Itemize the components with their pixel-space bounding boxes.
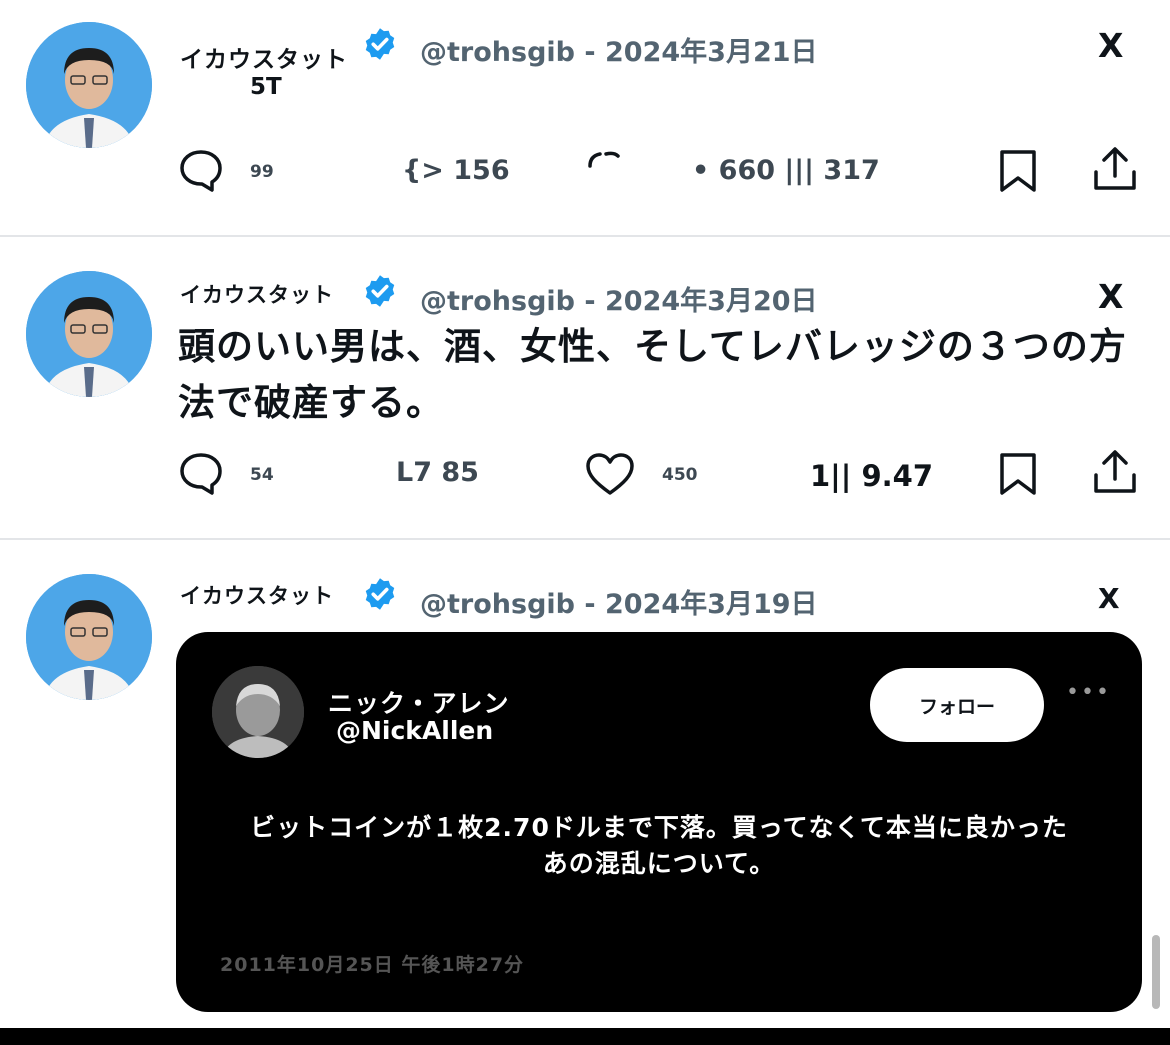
post-meta: @trohsgib - 2024年3月21日 — [420, 30, 818, 69]
scrollbar[interactable] — [1152, 935, 1160, 1009]
reply-icon[interactable] — [178, 148, 224, 192]
separator: - — [584, 286, 596, 317]
verified-badge-icon — [365, 28, 395, 60]
separator: - — [584, 589, 596, 620]
post-meta: @trohsgib - 2024年3月19日 — [420, 582, 818, 621]
repost-count[interactable]: L7 85 — [396, 457, 479, 488]
repost-count[interactable]: {> 156 — [402, 155, 510, 186]
close-button[interactable]: X — [1098, 26, 1123, 65]
verified-badge-icon — [365, 578, 395, 610]
handle[interactable]: @trohsgib — [420, 589, 575, 620]
quoted-display-name[interactable]: ニック・アレン — [328, 684, 510, 720]
avatar-image — [26, 271, 152, 397]
avatar[interactable] — [26, 574, 152, 700]
heart-icon[interactable] — [584, 451, 636, 497]
avatar[interactable] — [26, 22, 152, 148]
post-date[interactable]: 2024年3月20日 — [605, 286, 818, 317]
display-name[interactable]: イカウスタット — [180, 279, 334, 309]
display-name-suffix: 5T — [250, 74, 282, 100]
follow-button[interactable]: フォロー — [870, 668, 1044, 742]
quoted-text-line-2: あの混乱について。 — [542, 849, 776, 878]
quoted-avatar[interactable] — [212, 666, 304, 758]
more-options-icon[interactable]: ••• — [1066, 680, 1111, 705]
share-icon[interactable] — [1092, 146, 1138, 194]
quoted-post-date: 2011年10月25日 午後1時27分 — [220, 954, 525, 976]
close-button[interactable]: X — [1098, 277, 1123, 316]
quoted-text-line-1: ビットコインが１枚2.70ドルまで下落。買ってなくて本当に良かった — [250, 813, 1068, 842]
avatar[interactable] — [26, 271, 152, 397]
handle[interactable]: @trohsgib — [420, 286, 575, 317]
avatar-image — [26, 574, 152, 700]
bookmark-icon[interactable] — [998, 148, 1038, 194]
quoted-post[interactable]: ニック・アレン @NickAllen フォロー ••• ビットコインが１枚2.7… — [176, 632, 1142, 1012]
post-3[interactable]: イカウスタット @trohsgib - 2024年3月19日 X ニック・アレン… — [0, 540, 1170, 1030]
post-date[interactable]: 2024年3月19日 — [605, 589, 818, 620]
reply-count: 99 — [250, 162, 274, 182]
post-2[interactable]: イカウスタット @trohsgib - 2024年3月20日 X 頭のいい男は、… — [0, 237, 1170, 539]
share-icon[interactable] — [1092, 449, 1138, 497]
bookmark-icon[interactable] — [998, 451, 1038, 497]
reply-icon[interactable] — [178, 451, 224, 495]
reply-count: 54 — [250, 465, 274, 485]
post-1[interactable]: イカウスタット 5T @trohsgib - 2024年3月21日 X 99 {… — [0, 0, 1170, 236]
display-name[interactable]: イカウスタット — [180, 580, 334, 610]
quoted-avatar-image — [212, 666, 304, 758]
quoted-post-text: ビットコインが１枚2.70ドルまで下落。買ってなくて本当に良かった あの混乱につ… — [206, 810, 1112, 882]
bottom-bar — [0, 1028, 1170, 1045]
separator: - — [584, 37, 596, 68]
quoted-handle[interactable]: @NickAllen — [336, 716, 493, 745]
heart-icon[interactable] — [584, 148, 634, 192]
post-text: 頭のいい男は、酒、女性、そしてレバレッジの３つの方法で破産する。 — [178, 325, 1127, 424]
post-date[interactable]: 2024年3月21日 — [605, 37, 818, 68]
avatar-image — [26, 22, 152, 148]
view-count[interactable]: • 660 ||| 317 — [692, 155, 880, 186]
verified-badge-icon — [365, 275, 395, 307]
like-count: 450 — [662, 465, 698, 485]
display-name[interactable]: イカウスタット — [180, 40, 348, 74]
view-count[interactable]: 1|| 9.47 — [810, 459, 933, 493]
close-button[interactable]: X — [1098, 582, 1120, 615]
post-meta: @trohsgib - 2024年3月20日 — [420, 279, 818, 318]
handle[interactable]: @trohsgib — [420, 37, 575, 68]
